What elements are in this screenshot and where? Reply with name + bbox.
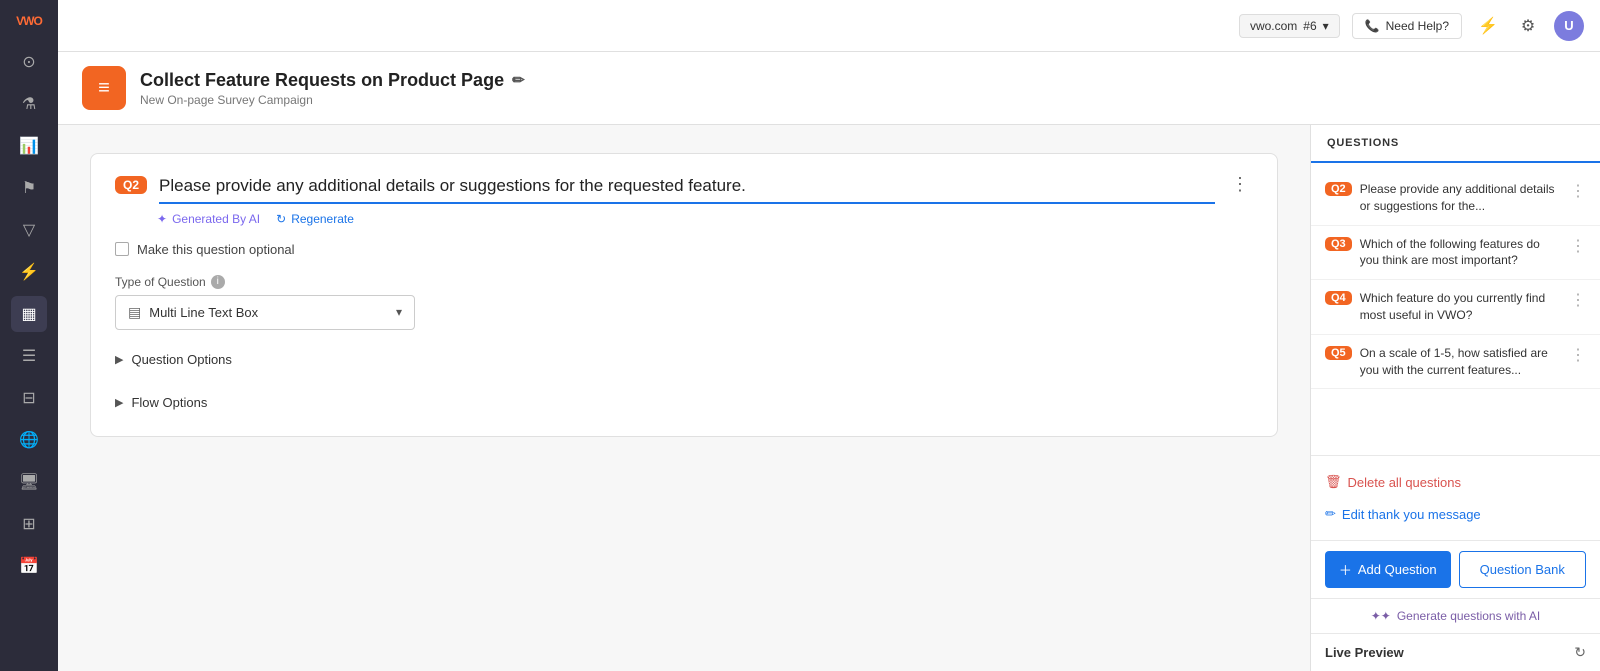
campaign-subtitle: New On-page Survey Campaign bbox=[140, 93, 1576, 107]
right-panel: QUESTIONS Q2 Please provide any addition… bbox=[1310, 125, 1600, 671]
question-item-3[interactable]: Q3 Which of the following features do yo… bbox=[1311, 226, 1600, 281]
generate-ai-row: ✦✦ Generate questions with AI bbox=[1311, 598, 1600, 633]
trash-icon: 🗑 bbox=[1325, 474, 1342, 490]
panel-actions: 🗑 Delete all questions ✏ Edit thank you … bbox=[1311, 455, 1600, 540]
sidebar-item-monitor[interactable]: 🖥 bbox=[11, 464, 47, 500]
question-badge: Q2 bbox=[115, 176, 147, 194]
refresh-icon: ↻ bbox=[276, 212, 286, 226]
sidebar-item-flags[interactable]: ⚑ bbox=[11, 170, 47, 206]
domain-selector[interactable]: vwo.com #6 ▾ bbox=[1239, 14, 1340, 38]
type-info-icon[interactable]: i bbox=[211, 275, 225, 289]
editor-panel: Q2 ⋮ ✦ Generated By AI ↻ Regenerate bbox=[58, 125, 1310, 671]
ai-badge-row: ✦ Generated By AI ↻ Regenerate bbox=[157, 212, 1253, 226]
regenerate-button[interactable]: ↻ Regenerate bbox=[276, 212, 354, 226]
activity-icon[interactable]: ⚡ bbox=[1474, 12, 1502, 40]
question-bank-button[interactable]: Question Bank bbox=[1459, 551, 1587, 588]
live-preview-refresh-icon[interactable]: ↻ bbox=[1574, 644, 1586, 661]
add-question-button[interactable]: ＋ Add Question bbox=[1325, 551, 1451, 588]
page-header: ≡ Collect Feature Requests on Product Pa… bbox=[58, 52, 1600, 125]
question-text-input[interactable] bbox=[159, 174, 1215, 204]
ai-badge: ✦ Generated By AI bbox=[157, 212, 260, 226]
sidebar-item-surveys[interactable]: ▦ bbox=[11, 296, 47, 332]
question-header: Q2 ⋮ bbox=[115, 174, 1253, 204]
edit-campaign-icon[interactable]: ✏ bbox=[512, 71, 525, 89]
question-type-select[interactable]: ▤ Multi Line Text Box ▾ bbox=[115, 295, 415, 330]
ai-sparkle-icon: ✦✦ bbox=[1371, 609, 1391, 623]
flow-options-arrow: ▶ bbox=[115, 396, 123, 409]
pencil-icon: ✏ bbox=[1325, 506, 1336, 522]
q2-text: Please provide any additional details or… bbox=[1360, 181, 1562, 215]
phone-icon: 📞 bbox=[1365, 19, 1380, 33]
add-question-row: ＋ Add Question Question Bank bbox=[1311, 540, 1600, 598]
flow-options-section: ▶ Flow Options bbox=[115, 389, 1253, 416]
q2-menu-icon[interactable]: ⋮ bbox=[1570, 181, 1586, 201]
campaign-title-text: Collect Feature Requests on Product Page bbox=[140, 70, 504, 91]
q4-text: Which feature do you currently find most… bbox=[1360, 290, 1562, 324]
question-options-section: ▶ Question Options bbox=[115, 346, 1253, 373]
q5-menu-icon[interactable]: ⋮ bbox=[1570, 345, 1586, 365]
q3-badge: Q3 bbox=[1325, 237, 1352, 251]
sidebar-item-data[interactable]: ⊟ bbox=[11, 380, 47, 416]
sidebar-item-funnels[interactable]: ▽ bbox=[11, 212, 47, 248]
generate-ai-button[interactable]: ✦✦ Generate questions with AI bbox=[1371, 609, 1541, 623]
q5-badge: Q5 bbox=[1325, 346, 1352, 360]
question-options-arrow: ▶ bbox=[115, 353, 123, 366]
q4-badge: Q4 bbox=[1325, 291, 1352, 305]
topnav: vwo.com #6 ▾ 📞 Need Help? ⚡ ⚙ U bbox=[58, 0, 1600, 52]
live-preview-label: Live Preview bbox=[1325, 645, 1404, 660]
question-item-5[interactable]: Q5 On a scale of 1-5, how satisfied are … bbox=[1311, 335, 1600, 390]
multiline-icon: ▤ bbox=[128, 304, 141, 321]
question-item-2[interactable]: Q2 Please provide any additional details… bbox=[1311, 171, 1600, 226]
optional-checkbox[interactable] bbox=[115, 242, 129, 256]
questions-list: Q2 Please provide any additional details… bbox=[1311, 163, 1600, 455]
campaign-info: Collect Feature Requests on Product Page… bbox=[140, 70, 1576, 107]
sidebar-item-globe[interactable]: 🌐 bbox=[11, 422, 47, 458]
sidebar-item-lightning[interactable]: ⚡ bbox=[11, 254, 47, 290]
edit-thank-you-button[interactable]: ✏ Edit thank you message bbox=[1325, 500, 1481, 528]
need-help-button[interactable]: 📞 Need Help? bbox=[1352, 13, 1462, 39]
questions-panel-header: QUESTIONS bbox=[1311, 125, 1600, 163]
q3-menu-icon[interactable]: ⋮ bbox=[1570, 236, 1586, 256]
main-area: vwo.com #6 ▾ 📞 Need Help? ⚡ ⚙ U ≡ Collec… bbox=[58, 0, 1600, 671]
question-menu-icon[interactable]: ⋮ bbox=[1227, 174, 1253, 195]
question-options-header[interactable]: ▶ Question Options bbox=[115, 346, 1253, 373]
question-type-label: Type of Question i bbox=[115, 275, 1253, 289]
optional-label: Make this question optional bbox=[137, 242, 295, 257]
q4-menu-icon[interactable]: ⋮ bbox=[1570, 290, 1586, 310]
question-item-4[interactable]: Q4 Which feature do you currently find m… bbox=[1311, 280, 1600, 335]
settings-icon[interactable]: ⚙ bbox=[1514, 12, 1542, 40]
select-chevron-icon: ▾ bbox=[396, 305, 402, 319]
sidebar: VWO ⊙ ⚗ 📊 ⚑ ▽ ⚡ ▦ ☰ ⊟ 🌐 🖥 ⊞ 📅 bbox=[0, 0, 58, 671]
live-preview-bar: Live Preview ↻ bbox=[1311, 633, 1600, 671]
vwo-logo: VWO bbox=[16, 14, 42, 28]
q5-text: On a scale of 1-5, how satisfied are you… bbox=[1360, 345, 1562, 379]
ai-badge-text: Generated By AI bbox=[172, 212, 260, 226]
question-card: Q2 ⋮ ✦ Generated By AI ↻ Regenerate bbox=[90, 153, 1278, 437]
delete-all-button[interactable]: 🗑 Delete all questions bbox=[1325, 468, 1461, 496]
sidebar-item-dashboard[interactable]: ⊙ bbox=[11, 44, 47, 80]
optional-row: Make this question optional bbox=[115, 242, 1253, 257]
domain-chevron-icon: ▾ bbox=[1323, 19, 1329, 33]
sidebar-item-testing[interactable]: ⚗ bbox=[11, 86, 47, 122]
sidebar-item-schedule[interactable]: 📅 bbox=[11, 548, 47, 584]
avatar[interactable]: U bbox=[1554, 11, 1584, 41]
q2-badge: Q2 bbox=[1325, 182, 1352, 196]
q3-text: Which of the following features do you t… bbox=[1360, 236, 1562, 270]
sidebar-item-layers[interactable]: ⊞ bbox=[11, 506, 47, 542]
content-area: Q2 ⋮ ✦ Generated By AI ↻ Regenerate bbox=[58, 125, 1600, 671]
flow-options-header[interactable]: ▶ Flow Options bbox=[115, 389, 1253, 416]
sidebar-item-insights[interactable]: 📊 bbox=[11, 128, 47, 164]
domain-num: #6 bbox=[1303, 19, 1316, 33]
campaign-icon: ≡ bbox=[82, 66, 126, 110]
select-text: Multi Line Text Box bbox=[149, 305, 258, 320]
sparkle-icon: ✦ bbox=[157, 212, 167, 226]
sidebar-item-calendar[interactable]: ☰ bbox=[11, 338, 47, 374]
plus-icon: ＋ bbox=[1339, 560, 1352, 579]
domain-text: vwo.com bbox=[1250, 19, 1297, 33]
